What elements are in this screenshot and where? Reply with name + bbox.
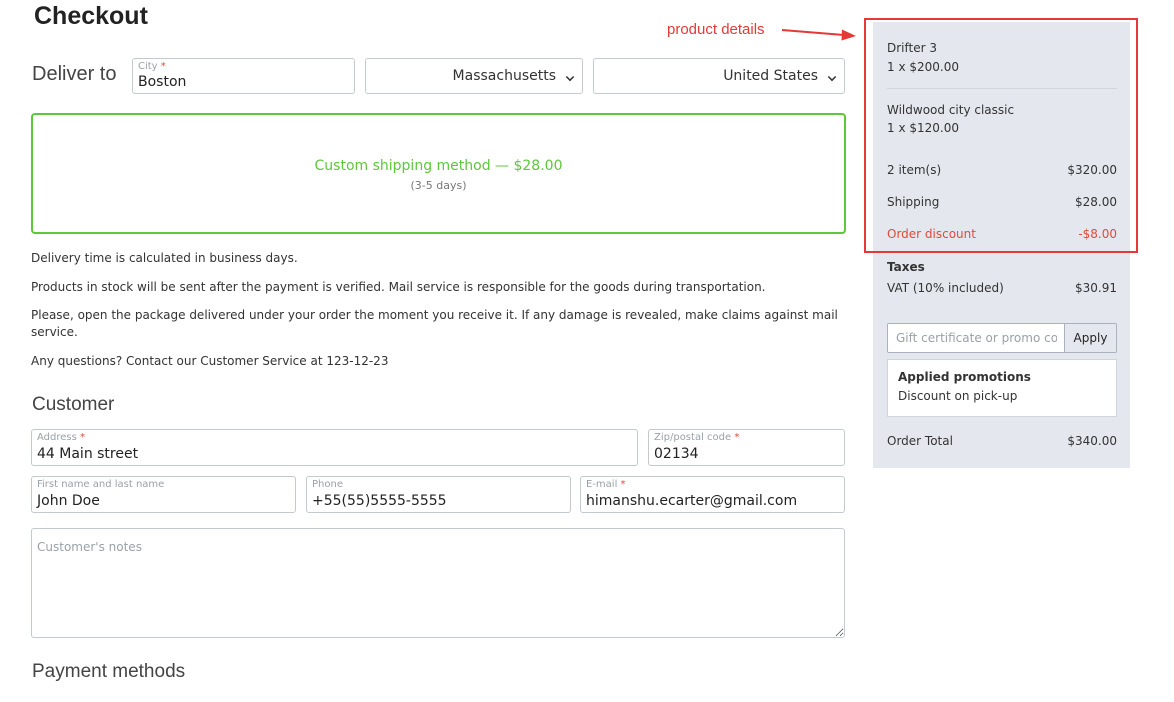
email-value[interactable]: himanshu.ecarter@gmail.com	[586, 493, 797, 509]
summary-divider	[887, 88, 1117, 89]
order-summary: Drifter 3 1 x $200.00 Wildwood city clas…	[873, 22, 1130, 468]
items-subtotal: $320.00	[1067, 163, 1117, 177]
annotation-arrow-icon	[781, 29, 856, 41]
items-count-label: 2 item(s)	[887, 163, 942, 177]
promotion-name: Discount on pick-up	[898, 389, 1018, 403]
order-total-label: Order Total	[887, 434, 953, 448]
applied-promotions-title: Applied promotions	[898, 370, 1031, 384]
phone-value[interactable]: +55(55)5555-5555	[312, 493, 447, 509]
apply-promo-button[interactable]: Apply	[1064, 324, 1116, 352]
phone-field[interactable]: Phone +55(55)5555-5555	[306, 476, 571, 513]
product-qty-price: 1 x $200.00	[887, 60, 959, 74]
order-discount-label: Order discount	[887, 227, 976, 241]
promo-code-input[interactable]	[888, 324, 1065, 352]
taxes-title: Taxes	[887, 260, 925, 274]
shipping-label: Shipping	[887, 195, 940, 209]
order-total-value: $340.00	[1067, 434, 1117, 448]
promo-code-group: Apply	[887, 323, 1117, 353]
product-name: Drifter 3	[887, 41, 937, 55]
zip-value[interactable]: 02134	[654, 446, 699, 462]
customer-section-title: Customer	[32, 394, 115, 415]
name-field-label: First name and last name	[37, 479, 165, 490]
product-name: Wildwood city classic	[887, 103, 1015, 117]
email-field[interactable]: E-mail * himanshu.ecarter@gmail.com	[580, 476, 845, 513]
product-qty-price: 1 x $120.00	[887, 121, 959, 135]
email-field-label: E-mail *	[586, 479, 626, 490]
delivery-info-text: Products in stock will be sent after the…	[31, 280, 766, 294]
shipping-value: $28.00	[1075, 195, 1117, 209]
delivery-info-text: Delivery time is calculated in business …	[31, 251, 298, 265]
chevron-down-icon	[827, 72, 837, 82]
order-discount-value: -$8.00	[1078, 227, 1117, 241]
shipping-days: (3-5 days)	[410, 179, 467, 192]
delivery-info-text: Please, open the package delivered under…	[31, 308, 838, 339]
address-value[interactable]: 44 Main street	[37, 446, 138, 462]
country-select[interactable]: United States	[593, 58, 845, 94]
zip-field-label: Zip/postal code *	[654, 432, 740, 443]
city-field[interactable]: City * Boston	[132, 58, 355, 94]
delivery-info-text: Any questions? Contact our Customer Serv…	[31, 354, 389, 368]
page-title: Checkout	[34, 2, 148, 30]
state-selected-value: Massachusetts	[452, 68, 556, 84]
address-field-label: Address *	[37, 432, 86, 443]
city-field-label: City *	[138, 61, 166, 72]
zip-field[interactable]: Zip/postal code * 02134	[648, 429, 845, 466]
customer-notes-textarea[interactable]	[31, 528, 845, 638]
name-field[interactable]: First name and last name John Doe	[31, 476, 296, 513]
payment-methods-title: Payment methods	[32, 661, 186, 682]
vat-value: $30.91	[1075, 281, 1117, 295]
city-value[interactable]: Boston	[138, 74, 186, 90]
shipping-method-label: Custom shipping method — $28.00	[314, 158, 563, 174]
name-value[interactable]: John Doe	[37, 493, 100, 509]
chevron-down-icon	[565, 72, 575, 82]
applied-promotions-box: Applied promotions Discount on pick-up	[887, 359, 1117, 417]
phone-field-label: Phone	[312, 479, 343, 490]
deliver-to-label: Deliver to	[32, 63, 117, 85]
address-field[interactable]: Address * 44 Main street	[31, 429, 638, 466]
country-selected-value: United States	[723, 68, 818, 84]
shipping-method-option[interactable]: Custom shipping method — $28.00 (3-5 day…	[31, 113, 846, 234]
state-select[interactable]: Massachusetts	[365, 58, 583, 94]
annotation-label: product details	[667, 21, 765, 38]
vat-label: VAT (10% included)	[887, 281, 1004, 295]
